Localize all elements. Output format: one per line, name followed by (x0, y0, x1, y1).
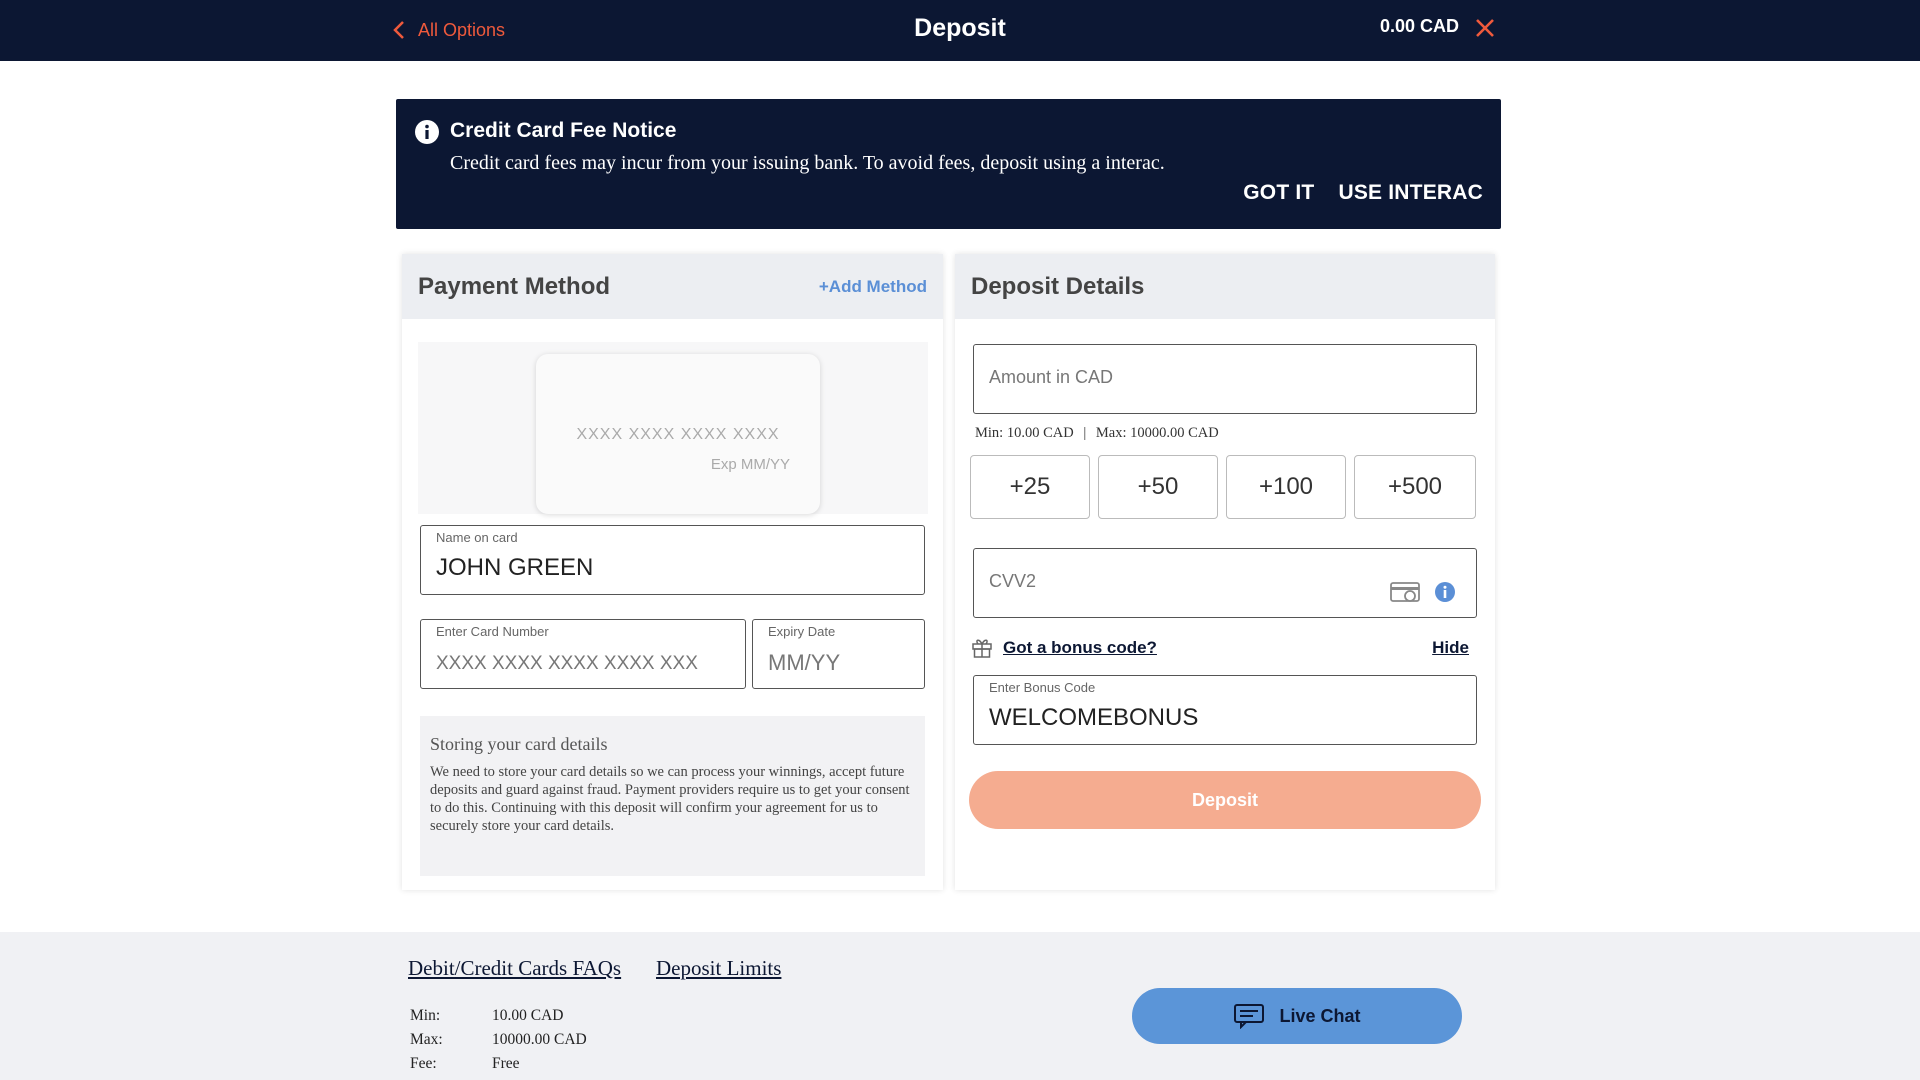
live-chat-button[interactable]: Live Chat (1132, 988, 1462, 1044)
storing-card-details-title: Storing your card details (430, 734, 608, 754)
quick-amount-100-button[interactable]: +100 (1226, 455, 1346, 519)
deposit-details-title: Deposit Details (971, 272, 1145, 300)
hide-bonus-link[interactable]: Hide (1432, 638, 1469, 658)
payment-method-header: Payment Method +Add Method (402, 254, 943, 319)
deposit-details-header: Deposit Details (955, 254, 1495, 319)
bonus-code-row: Got a bonus code? Hide (971, 636, 1479, 662)
limit-value: 10.00 CAD (492, 1007, 564, 1024)
deposit-button[interactable]: Deposit (969, 771, 1481, 829)
payment-method-panel: Payment Method +Add Method XXXX XXXX XXX… (402, 254, 943, 890)
card-number-placeholder: XXXX XXXX XXXX XXXX XXX (436, 653, 698, 674)
min-amount-text: Min: 10.00 CAD (975, 425, 1074, 441)
top-bar: All Options Deposit 0.00 CAD (0, 0, 1920, 61)
storing-card-details-text: We need to store your card details so we… (430, 764, 910, 834)
credit-card-fee-notice: Credit Card Fee Notice Credit card fees … (396, 99, 1501, 229)
limit-row: Max: 10000.00 CAD (410, 1028, 587, 1052)
limits-table: Min: 10.00 CAD Max: 10000.00 CAD Fee: Fr… (410, 1004, 587, 1076)
expiry-date-placeholder: MM/YY (768, 650, 841, 675)
bonus-code-field[interactable]: Enter Bonus Code WELCOMEBONUS (973, 675, 1477, 745)
amount-limits: Min: 10.00 CAD | Max: 10000.00 CAD (975, 425, 1219, 442)
quick-amount-chips: +25 +50 +100 +500 (970, 455, 1476, 519)
limits-separator: | (1083, 425, 1087, 441)
use-interac-button[interactable]: USE INTERAC (1338, 181, 1483, 205)
max-amount-text: Max: 10000.00 CAD (1095, 425, 1219, 441)
limit-value: Free (492, 1055, 520, 1072)
quick-amount-25-button[interactable]: +25 (970, 455, 1090, 519)
card-preview-expiry: Exp MM/YY (710, 456, 790, 473)
footer: Debit/Credit Cards FAQs Deposit Limits M… (0, 932, 1920, 1080)
amount-input[interactable]: Amount in CAD (973, 344, 1477, 414)
chat-icon (1234, 1004, 1265, 1029)
limit-key: Min: (410, 1007, 441, 1024)
card-preview: XXXX XXXX XXXX XXXX Exp MM/YY (536, 354, 820, 514)
close-icon[interactable] (1473, 16, 1497, 40)
got-it-button[interactable]: GOT IT (1243, 181, 1314, 205)
info-icon (415, 120, 439, 144)
bonus-code-value: WELCOMEBONUS (989, 704, 1199, 731)
notice-title: Credit Card Fee Notice (450, 119, 677, 142)
limit-key: Max: (410, 1031, 443, 1048)
expiry-date-field[interactable]: Expiry Date MM/YY (752, 619, 925, 689)
payment-method-title: Payment Method (418, 272, 611, 300)
card-number-label: Enter Card Number (436, 624, 549, 639)
gift-icon (972, 639, 992, 658)
amount-placeholder: Amount in CAD (989, 367, 1114, 387)
card-preview-number: XXXX XXXX XXXX XXXX (576, 426, 780, 443)
notice-actions: GOT IT USE INTERAC (1243, 181, 1483, 205)
expiry-date-label: Expiry Date (768, 624, 836, 639)
deposit-details-panel: Deposit Details Amount in CAD Min: 10.00… (955, 254, 1495, 890)
limit-value: 10000.00 CAD (492, 1031, 587, 1048)
limit-row: Fee: Free (410, 1052, 587, 1076)
name-on-card-label: Name on card (436, 530, 518, 545)
limit-key: Fee: (410, 1055, 437, 1072)
card-icon (1390, 582, 1420, 602)
bonus-code-label: Enter Bonus Code (989, 680, 1096, 695)
notice-text: Credit card fees may incur from your iss… (450, 152, 1165, 174)
card-preview-area: XXXX XXXX XXXX XXXX Exp MM/YY (418, 342, 928, 514)
got-bonus-code-link[interactable]: Got a bonus code? (1003, 638, 1157, 658)
page-title: Deposit (914, 13, 1006, 42)
cvv-placeholder: CVV2 (989, 571, 1037, 591)
card-faqs-link[interactable]: Debit/Credit Cards FAQs (408, 956, 621, 981)
quick-amount-50-button[interactable]: +50 (1098, 455, 1218, 519)
info-icon[interactable] (1434, 581, 1456, 603)
cvv-input[interactable]: CVV2 (973, 548, 1477, 618)
deposit-limits-link[interactable]: Deposit Limits (656, 956, 781, 981)
card-number-field[interactable]: Enter Card Number XXXX XXXX XXXX XXXX XX… (420, 619, 746, 689)
quick-amount-500-button[interactable]: +500 (1354, 455, 1476, 519)
name-on-card-value: JOHN GREEN (436, 554, 594, 581)
storing-card-details-box: Storing your card details We need to sto… (420, 716, 925, 876)
add-method-button[interactable]: +Add Method (819, 277, 927, 297)
name-on-card-field[interactable]: Name on card JOHN GREEN (420, 525, 925, 595)
live-chat-label: Live Chat (1279, 1005, 1361, 1026)
limit-row: Min: 10.00 CAD (410, 1004, 587, 1028)
balance-display: 0.00 CAD (1380, 16, 1460, 36)
